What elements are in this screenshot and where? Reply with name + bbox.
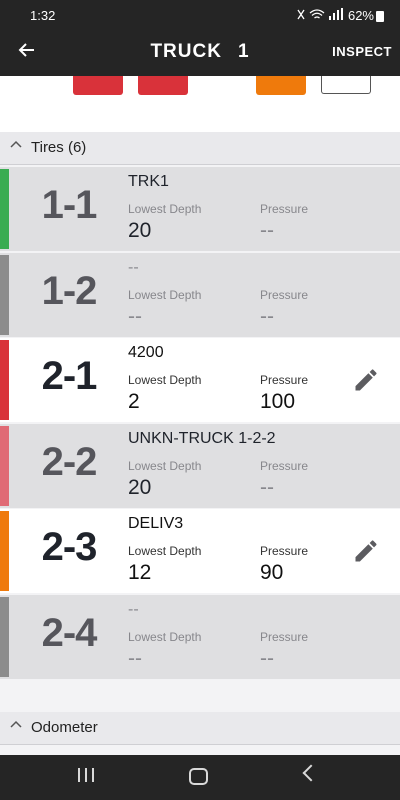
tire-status-indicator [0,425,9,506]
lowest-depth-value: -- [128,304,142,328]
pressure-value: -- [260,304,274,328]
pressure-label: Pressure [260,629,309,644]
tire-row[interactable]: 1-2 -- Lowest Depth Pressure -- -- [0,252,400,337]
lowest-depth-label: Lowest Depth [128,629,202,644]
status-bar: 1:32 62% [0,0,400,30]
tires-section-header[interactable]: Tires (6) [0,132,400,165]
pressure-value: -- [260,475,274,499]
title-text: TRUCK [150,41,222,62]
lowest-depth-label: Lowest Depth [128,373,202,387]
pressure-label: Pressure [260,202,309,216]
lowest-depth-value: 20 [128,475,152,499]
battery-icon [376,11,384,22]
axle-tire-swatch[interactable] [256,76,306,95]
tire-position: 2-3 [41,525,98,569]
tire-status-indicator [0,254,9,335]
signal-wifi-icons [297,8,343,20]
tire-name: -- [128,258,139,276]
tire-row[interactable]: 2-2 UNKN-TRUCK 1-2-2 Lowest Depth Pressure 2… [0,423,400,508]
pressure-value: -- [260,219,274,242]
pressure-label: Pressure [260,373,309,387]
edit-pencil-icon[interactable] [352,537,380,565]
pressure-label: Pressure [260,544,309,558]
edit-pencil-icon[interactable] [352,366,380,394]
pressure-value: 90 [260,561,284,584]
app-bar: TRUCK 1 INSPECT [0,30,400,76]
lowest-depth-label: Lowest Depth [128,202,202,216]
axle-tire-swatch[interactable] [138,76,188,95]
lowest-depth-label: Lowest Depth [128,544,202,558]
pressure-label: Pressure [260,287,309,302]
inspect-button[interactable]: INSPECT [332,44,392,59]
tire-name: UNKN-TRUCK 1-2-2 [128,429,276,447]
tire-position: 1-2 [41,268,98,313]
tire-name: 4200 [128,344,164,361]
tire-status-indicator [0,596,9,677]
axle-tire-swatch[interactable] [321,76,371,94]
lowest-depth-value: 2 [128,390,140,413]
odometer-section-label: Odometer [31,719,98,736]
lowest-depth-value: 20 [128,219,152,242]
tires-section-label: Tires (6) [31,139,87,156]
lowest-depth-value: 12 [128,561,152,584]
tire-name: -- [128,600,139,618]
tire-position: 2-4 [41,610,98,655]
chevron-up-icon [10,138,22,153]
pressure-label: Pressure [260,458,309,473]
tire-row[interactable]: 1-1 TRK1 Lowest Depth Pressure 20 -- [0,167,400,251]
lowest-depth-value: -- [128,646,142,670]
tire-position: 2-2 [41,439,98,484]
recent-apps-icon[interactable] [78,768,95,782]
lowest-depth-label: Lowest Depth [128,458,202,473]
status-time: 1:32 [30,8,56,23]
tire-name: DELIV3 [128,515,184,532]
lowest-depth-label: Lowest Depth [128,287,202,302]
status-icons [296,8,348,24]
axle-tire-swatch[interactable] [73,76,123,95]
tire-name: TRK1 [128,173,169,190]
tire-status-indicator [0,169,9,249]
battery-level: 62% [347,8,374,23]
pressure-value: 100 [260,390,296,413]
nav-back-icon[interactable] [302,764,320,782]
chevron-up-icon [10,718,22,733]
tire-status-indicator [0,340,9,420]
system-nav-bar [0,755,400,800]
tire-row[interactable]: 2-1 4200 Lowest Depth Pressure 2 100 [0,338,400,422]
truck-diagram-strip [0,76,400,132]
home-icon[interactable] [189,768,208,785]
odometer-section-header[interactable]: Odometer [0,712,400,745]
tire-row[interactable]: 2-4 -- Lowest Depth Pressure -- -- [0,594,400,679]
tire-position: 2-1 [41,354,98,398]
pressure-value: -- [260,646,274,670]
tire-status-indicator [0,511,9,591]
tire-row[interactable]: 2-3 DELIV3 Lowest Depth Pressure 12 90 [0,509,400,593]
truck-number: 1 [237,41,250,62]
tire-position: 1-1 [41,183,98,227]
